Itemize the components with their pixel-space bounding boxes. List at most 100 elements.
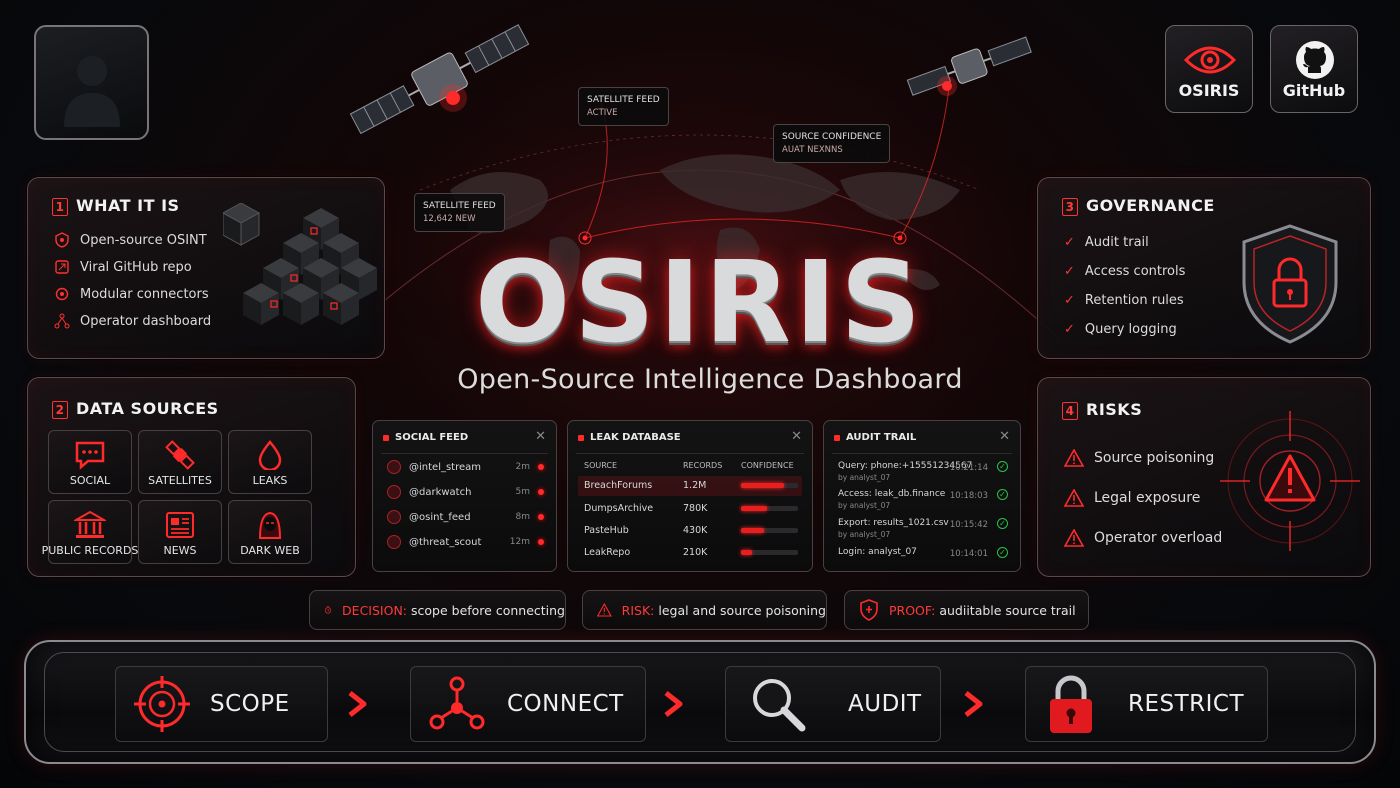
audit-row[interactable]: Export: results_1021.csv by analyst_07 10:… [838, 518, 1010, 546]
data-sources-panel: 2 DATA SOURCES SOCIAL SATELLITES LEAKS PU… [27, 377, 356, 577]
source-label: DARK WEB [240, 544, 300, 557]
feed-row[interactable]: @osint_feed 8m [387, 507, 544, 527]
audit-by: by analyst_07 [838, 473, 891, 482]
target-clock-icon [324, 606, 332, 614]
repo-icon [54, 259, 70, 275]
source-satellites[interactable]: SATELLITES [138, 430, 222, 494]
feed-handle: @darkwatch [409, 486, 472, 498]
governance-item: ✓ Audit trail [1064, 235, 1149, 250]
divider [576, 453, 804, 454]
unread-dot-icon [538, 489, 544, 495]
table-row[interactable]: DumpsArchive 780K [578, 499, 802, 519]
what-it-is-panel: 1 WHAT IT IS Open-source OSINT Viral GitH… [27, 177, 385, 359]
satellite-right-icon [906, 36, 1032, 96]
social-feed-panel: SOCIAL FEED ✕ @intel_stream 2m @darkwatch… [372, 420, 557, 572]
cell-records: 780K [683, 503, 708, 514]
what-item: Operator dashboard [54, 313, 211, 329]
cell-source: LeakRepo [584, 547, 631, 558]
feed-handle: @threat_scout [409, 536, 482, 548]
chat-icon [75, 441, 105, 470]
avatar[interactable] [34, 25, 149, 140]
governance-item: ✓ Retention rules [1064, 293, 1184, 308]
source-dark-web[interactable]: DARK WEB [228, 500, 312, 564]
step-connect[interactable]: CONNECT [410, 666, 646, 742]
proof-chip[interactable]: PROOF: audiitable source trail [844, 590, 1089, 630]
check-icon: ✓ [1064, 293, 1075, 308]
audit-text: Access: leak_db.finance [838, 489, 946, 499]
governance-item: ✓ Access controls [1064, 264, 1185, 279]
chevron-right-icon [348, 691, 367, 717]
risk-item: Source poisoning [1064, 449, 1214, 467]
close-icon[interactable]: ✕ [535, 429, 546, 444]
audit-by: by analyst_07 [838, 530, 891, 539]
audit-by: by analyst_07 [838, 501, 891, 510]
confidence-bar [741, 550, 798, 555]
source-leaks[interactable]: LEAKS [228, 430, 312, 494]
audit-text: Export: results_1021.csv [838, 518, 949, 528]
cell-source: DumpsArchive [584, 503, 654, 514]
close-icon[interactable]: ✕ [999, 429, 1010, 444]
audit-dot-icon [834, 434, 840, 441]
source-social[interactable]: SOCIAL [48, 430, 132, 494]
step-restrict[interactable]: RESTRICT [1025, 666, 1268, 742]
close-icon[interactable]: ✕ [791, 429, 802, 444]
table-row[interactable]: BreachForums 1.2M [578, 476, 802, 496]
page-subtitle: Open-Source Intelligence Dashboard [457, 364, 963, 395]
cell-records: 210K [683, 547, 708, 558]
osiris-button[interactable]: OSIRIS [1165, 25, 1253, 113]
risk-item: Operator overload [1064, 529, 1222, 547]
github-icon [1296, 41, 1334, 79]
avatar [387, 510, 401, 524]
radar-warning-icon [1220, 411, 1360, 551]
feed-handle: @intel_stream [409, 461, 482, 473]
audit-time: 10:14:01 [949, 549, 988, 559]
feed-row[interactable]: @darkwatch 5m [387, 482, 544, 502]
step-label: RESTRICT [1128, 691, 1245, 717]
column-header: SOURCE [584, 461, 618, 470]
building-icon [74, 510, 106, 538]
risk-chip[interactable]: RISK: legal and source poisoning [582, 590, 827, 630]
audit-row[interactable]: Login: analyst_07 10:14:01 ✓ [838, 547, 1010, 575]
source-news[interactable]: NEWS [138, 500, 222, 564]
newspaper-icon [166, 512, 194, 538]
github-button[interactable]: GitHub [1270, 25, 1358, 113]
cell-source: BreachForums [584, 480, 653, 491]
hud-source-confidence: SOURCE CONFIDENCE AUAT NEXNNS [773, 124, 891, 163]
what-item: Viral GitHub repo [54, 259, 192, 275]
feed-row[interactable]: @intel_stream 2m [387, 457, 544, 477]
step-label: SCOPE [210, 691, 290, 717]
confidence-fill [741, 506, 767, 511]
cell-records: 430K [683, 525, 708, 536]
source-public-records[interactable]: PUBLIC RECORDS [42, 500, 138, 564]
avatar [387, 485, 401, 499]
drop-icon [258, 440, 282, 470]
page-title: OSIRIS [474, 238, 926, 368]
source-label: SATELLITES [148, 474, 212, 487]
chevron-right-icon [964, 691, 983, 717]
table-row[interactable]: LeakRepo 210K [578, 543, 802, 563]
social-feed-title: SOCIAL FEED [395, 432, 469, 443]
avatar [387, 535, 401, 549]
step-label: CONNECT [507, 691, 624, 717]
table-row[interactable]: PasteHub 430K [578, 521, 802, 541]
magnifier-icon [753, 679, 806, 732]
eye-icon [1184, 46, 1236, 74]
governance-panel: 3 GOVERNANCE ✓ Audit trail ✓ Access control… [1037, 177, 1371, 359]
audit-row[interactable]: Query: phone:+15551234567 by analyst_07 10… [838, 461, 1010, 489]
decision-chip[interactable]: DECISION: scope before connecting [309, 590, 566, 630]
audit-row[interactable]: Access: leak_db.financeby analyst_07 10:1… [838, 489, 1010, 517]
section-title-text: RISKS [1086, 400, 1143, 419]
audit-text: Login: analyst_07 [838, 547, 917, 557]
section-title-text: GOVERNANCE [1086, 196, 1215, 215]
section-title-text: DATA SOURCES [76, 399, 219, 418]
step-audit[interactable]: AUDIT [725, 666, 941, 742]
hud-satellite-feed-left: SATELLITE FEED 12,642 NEW [414, 193, 505, 232]
step-scope[interactable]: SCOPE [115, 666, 328, 742]
feed-row[interactable]: @threat_scout 12m [387, 532, 544, 552]
confidence-fill [741, 550, 753, 555]
leak-database-header: LEAK DATABASE [578, 432, 681, 443]
nodes-icon [429, 676, 485, 730]
audit-time: 10:18:03 [949, 491, 988, 501]
risk-item-label: Operator overload [1094, 530, 1223, 546]
governance-item-label: Query logging [1084, 322, 1177, 337]
